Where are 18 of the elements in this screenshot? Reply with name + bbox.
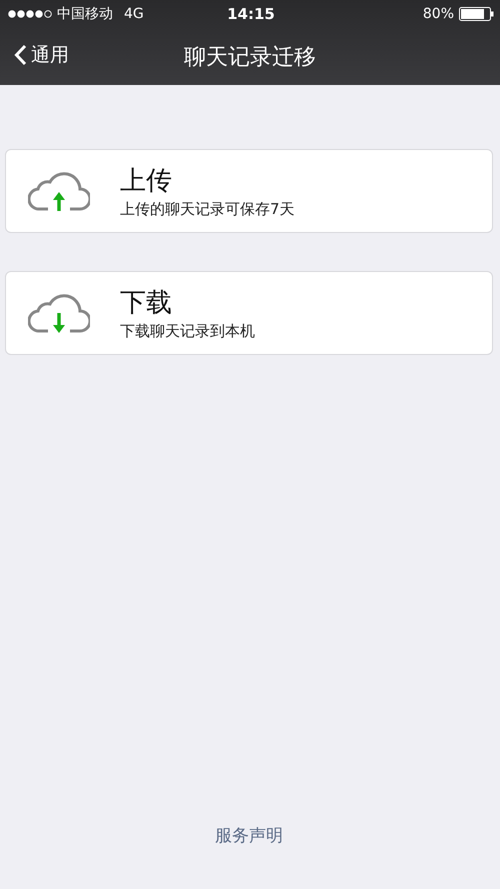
service-terms-link[interactable]: 服务声明	[213, 822, 285, 849]
page-title: 聊天记录迁移	[184, 44, 316, 72]
battery-percent: 80%	[422, 6, 454, 22]
cloud-download-icon	[28, 291, 90, 335]
cloud-upload-icon	[28, 169, 90, 213]
option-title: 下载	[120, 287, 173, 320]
transfer-option[interactable]: 下载 下载聊天记录到本机	[5, 271, 493, 355]
option-title: 上传	[120, 165, 173, 198]
back-button[interactable]: 通用	[12, 40, 71, 70]
chevron-left-icon	[14, 44, 27, 66]
battery-icon	[459, 7, 494, 21]
signal-icon	[8, 10, 52, 18]
transfer-option[interactable]: 上传 上传的聊天记录可保存7天	[5, 149, 493, 233]
network-type: 4G	[124, 6, 144, 22]
status-time: 14:15	[227, 5, 275, 23]
carrier-name: 中国移动	[57, 5, 113, 23]
option-description: 上传的聊天记录可保存7天	[120, 200, 295, 219]
option-description: 下载聊天记录到本机	[120, 322, 255, 341]
